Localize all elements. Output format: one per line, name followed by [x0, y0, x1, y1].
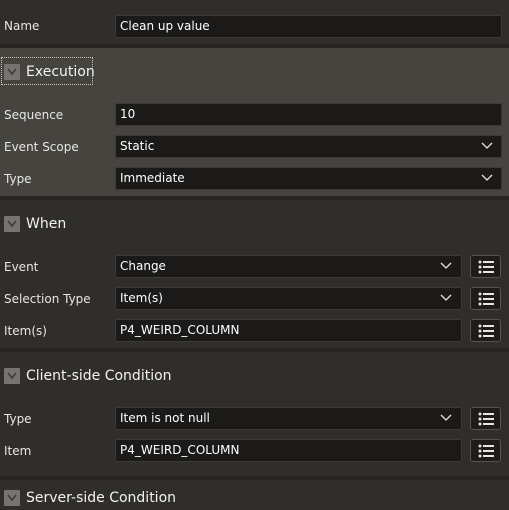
items-label: Item(s) [4, 324, 47, 338]
list-icon [478, 412, 494, 426]
event-value: Change [120, 259, 166, 273]
execution-region: Execution Sequence 10 Event Scope Static… [0, 48, 509, 196]
when-title: When [26, 216, 67, 232]
client-condition-header[interactable]: Client-side Condition [0, 364, 509, 388]
chevron-down-icon [480, 171, 494, 185]
client-condition-title: Client-side Condition [26, 368, 172, 384]
focus-outline [1, 57, 93, 85]
type-value: Immediate [120, 171, 185, 185]
condition-item-field[interactable]: P4_WEIRD_COLUMN [115, 439, 462, 462]
chevron-down-icon [480, 139, 494, 153]
chevron-down-icon[interactable] [4, 368, 20, 384]
items-field[interactable]: P4_WEIRD_COLUMN [115, 319, 462, 342]
items-list-button[interactable] [470, 319, 501, 342]
name-label: Name [4, 19, 40, 33]
condition-type-label: Type [4, 412, 32, 426]
server-condition-title: Server-side Condition [26, 490, 177, 506]
server-condition-header[interactable]: Server-side Condition [0, 486, 509, 510]
type-label: Type [4, 172, 32, 186]
event-scope-label: Event Scope [4, 140, 79, 154]
selection-type-value: Item(s) [120, 291, 163, 305]
condition-type-value: Item is not null [120, 411, 210, 425]
selection-type-list-button[interactable] [470, 287, 501, 310]
server-condition-region: Server-side Condition [0, 480, 509, 506]
selection-type-label: Selection Type [4, 292, 91, 306]
chevron-down-icon [439, 259, 453, 273]
list-icon [478, 260, 494, 274]
list-icon [478, 324, 494, 338]
chevron-down-icon[interactable] [4, 216, 20, 232]
sequence-field[interactable]: 10 [115, 103, 502, 126]
condition-type-select[interactable]: Item is not null [115, 407, 462, 430]
event-list-button[interactable] [470, 255, 501, 278]
sequence-label: Sequence [4, 108, 64, 122]
client-condition-region: Client-side Condition Type Item is not n… [0, 352, 509, 476]
event-scope-select[interactable]: Static [115, 135, 502, 158]
when-header[interactable]: When [0, 212, 509, 236]
condition-item-list-button[interactable] [470, 439, 501, 462]
condition-item-label: Item [4, 444, 32, 458]
identification-region: Name Clean up value [0, 0, 509, 44]
chevron-down-icon[interactable] [4, 490, 20, 506]
list-icon [478, 292, 494, 306]
condition-type-list-button[interactable] [470, 407, 501, 430]
event-label: Event [4, 260, 39, 274]
event-select[interactable]: Change [115, 255, 462, 278]
event-scope-value: Static [120, 139, 155, 153]
selection-type-select[interactable]: Item(s) [115, 287, 462, 310]
when-region: When Event Change Selection Type Item(s)… [0, 200, 509, 348]
type-select[interactable]: Immediate [115, 167, 502, 190]
list-icon [478, 444, 494, 458]
chevron-down-icon [439, 411, 453, 425]
name-field[interactable]: Clean up value [115, 15, 502, 38]
chevron-down-icon [439, 291, 453, 305]
